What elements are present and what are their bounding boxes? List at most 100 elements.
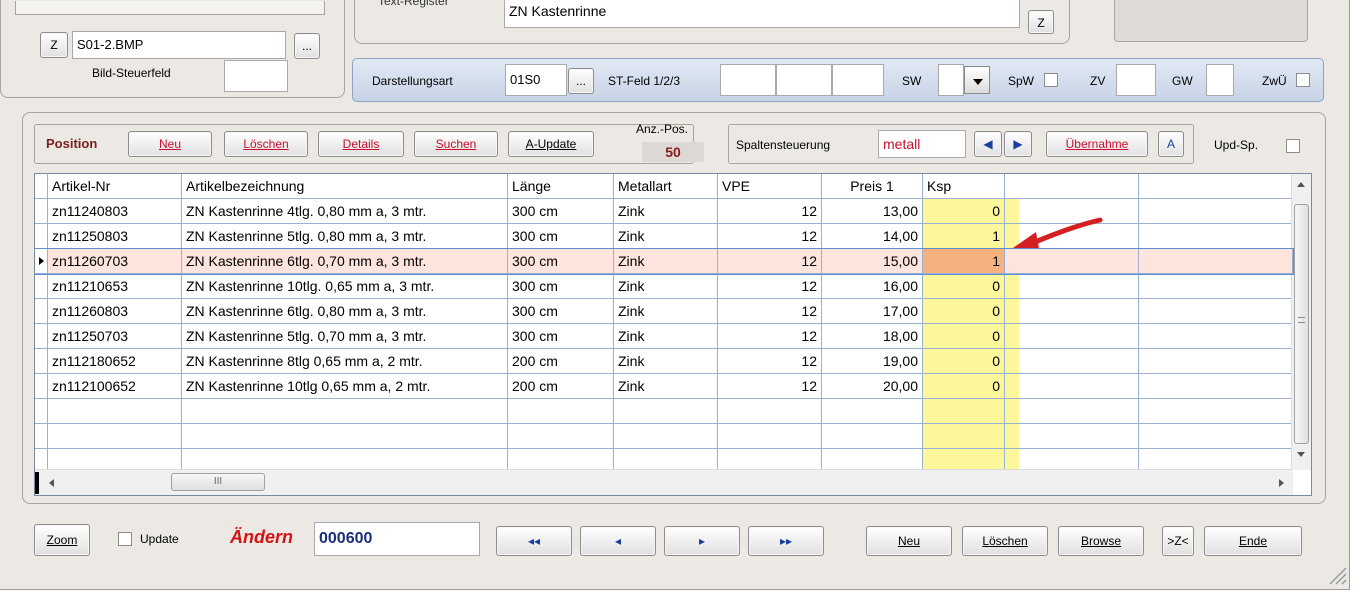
loeschen-button[interactable]: Löschen [962,526,1048,556]
cell-metallart[interactable]: Zink [614,324,718,349]
col-header-ksp[interactable]: Ksp [923,174,1005,199]
cell-preis1[interactable] [822,424,923,449]
table-row[interactable]: zn112100652 ZN Kastenrinne 10tlg 0,65 mm … [35,374,1293,399]
cell-artikel-nr[interactable]: zn112100652 [48,374,182,399]
next-record-button[interactable]: ▸ [664,526,740,556]
spaltensteuerung-field[interactable]: metall [878,130,966,158]
scroll-down-icon[interactable] [1297,452,1305,457]
cell-artikel-nr[interactable]: zn11260703 [48,249,182,274]
cell-laenge[interactable]: 300 cm [508,224,614,249]
bild-browse-button[interactable]: ... [294,33,320,59]
position-loeschen-button[interactable]: Löschen [224,131,308,157]
table-row[interactable]: zn112180652 ZN Kastenrinne 8tlg 0,65 mm a… [35,349,1293,374]
col-header-vpe[interactable]: VPE [718,174,822,199]
position-a-update-button[interactable]: A-Update [508,131,594,157]
cell-artikelbezeichnung[interactable] [182,399,508,424]
cell-laenge[interactable]: 300 cm [508,324,614,349]
cell-artikelbezeichnung[interactable]: ZN Kastenrinne 4tlg. 0,80 mm a, 3 mtr. [182,199,508,224]
cell-artikel-nr[interactable]: zn11260803 [48,299,182,324]
cell-ksp[interactable]: 0 [923,349,1005,374]
cell-preis1[interactable]: 18,00 [822,324,923,349]
cell-preis1[interactable]: 15,00 [822,249,923,274]
spalten-prev-button[interactable]: ◀ [974,131,1002,157]
cell-artikelbezeichnung[interactable]: ZN Kastenrinne 5tlg. 0,70 mm a, 3 mtr. [182,324,508,349]
uebernahme-button[interactable]: Übernahme [1046,131,1148,157]
cell-artikelbezeichnung[interactable]: ZN Kastenrinne 10tlg 0,65 mm a, 2 mtr. [182,374,508,399]
darstellung-browse-button[interactable]: ... [568,68,594,94]
zwu-checkbox[interactable] [1296,73,1310,87]
cell-laenge[interactable]: 300 cm [508,199,614,224]
table-row-empty[interactable] [35,399,1293,424]
prev-record-button[interactable]: ◂ [580,526,656,556]
table-row-empty[interactable] [35,424,1293,449]
cell-artikelbezeichnung[interactable]: ZN Kastenrinne 5tlg. 0,80 mm a, 3 mtr. [182,224,508,249]
row-indicator[interactable] [35,199,48,224]
positions-grid[interactable]: Artikel-Nr Artikelbezeichnung Länge Meta… [34,173,1312,496]
cell-ksp[interactable]: 0 [923,374,1005,399]
cell-vpe[interactable]: 12 [718,224,822,249]
scroll-right-icon[interactable] [1279,479,1284,487]
cell-vpe[interactable] [718,424,822,449]
bild-file-field[interactable]: S01-2.BMP [72,31,286,59]
row-indicator[interactable] [35,274,48,299]
cell-ksp[interactable]: 1 [923,249,1005,274]
cell-laenge[interactable]: 300 cm [508,274,614,299]
a-button[interactable]: A [1158,131,1184,157]
cell-artikel-nr[interactable]: zn11210653 [48,274,182,299]
z2-button[interactable]: Z [1028,10,1054,34]
cell-vpe[interactable]: 12 [718,349,822,374]
cell-artikelbezeichnung[interactable]: ZN Kastenrinne 10tlg. 0,65 mm a, 3 mtr. [182,274,508,299]
last-record-button[interactable]: ▸▸ [748,526,824,556]
update-checkbox[interactable] [118,532,132,546]
cell-metallart[interactable]: Zink [614,349,718,374]
cell-preis1[interactable]: 16,00 [822,274,923,299]
cell-laenge[interactable]: 300 cm [508,299,614,324]
cell-artikelbezeichnung[interactable]: ZN Kastenrinne 6tlg. 0,80 mm a, 3 mtr. [182,299,508,324]
cell-artikelbezeichnung[interactable]: ZN Kastenrinne 6tlg. 0,70 mm a, 3 mtr. [182,249,508,274]
record-number-field[interactable]: 000600 [314,522,480,556]
st-feld-3[interactable] [832,64,884,96]
cell-vpe[interactable]: 12 [718,274,822,299]
position-neu-button[interactable]: Neu [128,131,212,157]
zoom-button[interactable]: Zoom [34,524,90,556]
position-suchen-button[interactable]: Suchen [414,131,498,157]
cell-artikelbezeichnung[interactable]: ZN Kastenrinne 8tlg 0,65 mm a, 2 mtr. [182,349,508,374]
cell-vpe[interactable]: 12 [718,299,822,324]
cell-artikel-nr[interactable] [48,424,182,449]
spw-checkbox[interactable] [1044,73,1058,87]
cell-preis1[interactable]: 14,00 [822,224,923,249]
cell-artikelbezeichnung[interactable] [182,424,508,449]
spalten-next-button[interactable]: ▶ [1004,131,1032,157]
scroll-thumb-vertical[interactable] [1294,204,1309,444]
cell-laenge[interactable]: 200 cm [508,349,614,374]
darstellung-field[interactable]: 01S0 [505,64,567,96]
cell-vpe[interactable]: 12 [718,249,822,274]
cell-laenge[interactable] [508,399,614,424]
resize-grip-icon[interactable] [1326,564,1348,586]
row-indicator[interactable] [35,324,48,349]
ende-button[interactable]: Ende [1204,526,1302,556]
vertical-scrollbar[interactable] [1291,174,1311,470]
scroll-thumb-horizontal[interactable]: III [171,473,265,491]
cell-metallart[interactable] [614,424,718,449]
row-indicator[interactable] [35,349,48,374]
row-indicator[interactable] [35,424,48,449]
browse-button[interactable]: Browse [1058,526,1144,556]
cell-preis1[interactable] [822,399,923,424]
cell-laenge[interactable]: 300 cm [508,249,614,274]
cell-ksp[interactable]: 0 [923,324,1005,349]
cell-laenge[interactable] [508,424,614,449]
cell-ksp[interactable]: 0 [923,299,1005,324]
bild-steuerfeld-field[interactable] [224,60,288,92]
cell-metallart[interactable]: Zink [614,199,718,224]
row-indicator[interactable] [35,374,48,399]
zv-field[interactable] [1116,64,1156,96]
horizontal-scrollbar[interactable]: III [35,469,1293,495]
cell-ksp[interactable]: 0 [923,199,1005,224]
cell-laenge[interactable]: 200 cm [508,374,614,399]
col-header-preis1[interactable]: Preis 1 [822,174,923,199]
scroll-up-icon[interactable] [1297,182,1305,187]
gw-field[interactable] [1206,64,1234,96]
cell-artikel-nr[interactable]: zn11250703 [48,324,182,349]
cell-preis1[interactable]: 13,00 [822,199,923,224]
